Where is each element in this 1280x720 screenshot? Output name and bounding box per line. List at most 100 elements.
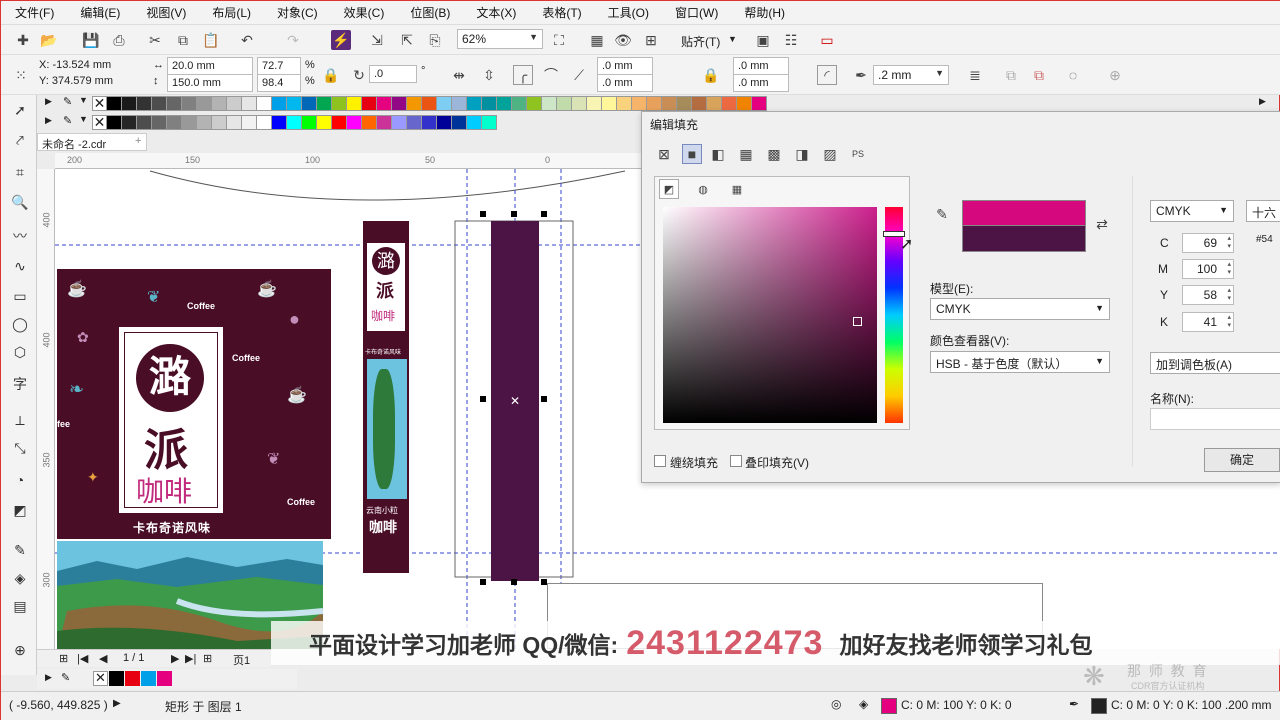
- palette-scroll-icon[interactable]: ▶: [45, 672, 52, 683]
- shape-tool-icon[interactable]: ⤤: [9, 129, 31, 151]
- palette-swatch[interactable]: [212, 96, 227, 111]
- palette-swatch[interactable]: [407, 115, 422, 130]
- first-page-icon[interactable]: |◀: [77, 652, 88, 665]
- ok-button[interactable]: 确定: [1204, 448, 1280, 472]
- palette-swatch[interactable]: [287, 96, 302, 111]
- lock-corners-icon[interactable]: 🔒: [701, 65, 721, 85]
- palette-swatch[interactable]: [617, 96, 632, 111]
- hex-select[interactable]: 十六进: [1246, 200, 1280, 222]
- palette-swatch[interactable]: [122, 96, 137, 111]
- palette-swatch[interactable]: [182, 96, 197, 111]
- doc-swatch-cyan[interactable]: [141, 671, 156, 686]
- menu-text[interactable]: 文本(X): [476, 4, 516, 21]
- menu-tools[interactable]: 工具(O): [608, 4, 649, 21]
- height-field[interactable]: 150.0 mm: [167, 74, 253, 92]
- fill-color-swatch[interactable]: [881, 698, 897, 714]
- lock-ratio-icon[interactable]: 🔒: [321, 65, 341, 85]
- eyedropper-icon[interactable]: ✎: [63, 114, 72, 127]
- palette-swatch[interactable]: [527, 96, 542, 111]
- add-icon[interactable]: ⊕: [1105, 65, 1125, 85]
- parallel-dimension-icon[interactable]: ⟂: [9, 409, 31, 431]
- palette-swatch[interactable]: [677, 96, 692, 111]
- palette-swatch[interactable]: [152, 96, 167, 111]
- ellipse-tool-icon[interactable]: ◯: [9, 313, 31, 335]
- palette-swatch[interactable]: [197, 96, 212, 111]
- add-tool-icon[interactable]: ⊕: [9, 639, 31, 661]
- palette-swatch[interactable]: [167, 96, 182, 111]
- palette-scroll-right-icon[interactable]: ▶: [1259, 96, 1266, 107]
- eyedropper-icon[interactable]: ✎: [932, 204, 952, 224]
- connector-tool-icon[interactable]: ⤡: [9, 437, 31, 459]
- to-front-icon[interactable]: ⧉: [1001, 65, 1021, 85]
- selection-handle[interactable]: [511, 579, 517, 585]
- text-tool-icon[interactable]: 字: [9, 373, 31, 395]
- application-launcher-icon[interactable]: ☷: [781, 30, 801, 50]
- selection-handle[interactable]: [480, 211, 486, 217]
- palette-swatch[interactable]: [257, 96, 272, 111]
- palette-swatch[interactable]: [407, 96, 422, 111]
- palette-swatch[interactable]: [512, 96, 527, 111]
- eyedropper-icon[interactable]: ✎: [63, 95, 72, 108]
- chamfered-corner-icon[interactable]: ⟋: [569, 65, 589, 85]
- grid-icon[interactable]: ⊞: [641, 30, 661, 50]
- viewer-select[interactable]: HSB - 基于色度（默认） ▼: [930, 351, 1110, 373]
- selection-handle[interactable]: [511, 211, 517, 217]
- y-position[interactable]: Y: 374.579 mm: [39, 75, 113, 87]
- bitmap-pattern-icon[interactable]: ▩: [764, 144, 784, 164]
- palette-swatch[interactable]: [632, 96, 647, 111]
- palette-swatch[interactable]: [332, 96, 347, 111]
- palette-scroll-icon[interactable]: ▶: [45, 96, 52, 107]
- palette-swatch[interactable]: [242, 115, 257, 130]
- palette-swatch[interactable]: [107, 115, 122, 130]
- palette-swatch[interactable]: [467, 115, 482, 130]
- palette-swatch[interactable]: [257, 115, 272, 130]
- doc-swatch-black[interactable]: [109, 671, 124, 686]
- palette-swatch[interactable]: [302, 115, 317, 130]
- menu-file[interactable]: 文件(F): [15, 4, 54, 21]
- menu-layout[interactable]: 布局(L): [212, 4, 251, 21]
- palette-swatch[interactable]: [602, 96, 617, 111]
- view-icon[interactable]: 👁: [613, 30, 633, 50]
- menu-window[interactable]: 窗口(W): [675, 4, 718, 21]
- selection-handle[interactable]: [541, 396, 547, 402]
- palette-swatch[interactable]: [317, 115, 332, 130]
- no-color-swatch[interactable]: ✕: [92, 96, 107, 111]
- freehand-tool-icon[interactable]: 〰: [9, 225, 31, 247]
- palette-swatch[interactable]: [287, 115, 302, 130]
- show-rulers-icon[interactable]: ▦: [587, 30, 607, 50]
- color-picker-cursor[interactable]: [853, 317, 862, 326]
- document-tab[interactable]: 未命名 -2.cdr: [37, 133, 147, 151]
- add-to-palette-button[interactable]: 加到调色板(A): [1150, 352, 1280, 374]
- menu-edit[interactable]: 编辑(E): [80, 4, 120, 21]
- palette-swatch[interactable]: [722, 96, 737, 111]
- zoom-level-combo[interactable]: 62% ▼: [457, 29, 543, 49]
- outline-width-combo[interactable]: .2 mm ▼: [873, 65, 949, 85]
- add-tab-icon[interactable]: +: [135, 135, 141, 147]
- color-palette-1[interactable]: [107, 96, 767, 111]
- new-document-icon[interactable]: ✚: [13, 30, 33, 50]
- texture-fill-icon[interactable]: ▨: [820, 144, 840, 164]
- palette-swatch[interactable]: [332, 115, 347, 130]
- outline-color-swatch[interactable]: [1091, 698, 1107, 714]
- to-back-icon[interactable]: ⧉: [1029, 65, 1049, 85]
- c-value-field[interactable]: 69: [1182, 233, 1234, 253]
- no-color-swatch[interactable]: ✕: [93, 671, 108, 686]
- corner-radius-1[interactable]: .0 mm: [597, 57, 653, 75]
- palette-swatch[interactable]: [422, 115, 437, 130]
- fountain-fill-icon[interactable]: ◧: [708, 144, 728, 164]
- eyedropper-tool-icon[interactable]: ✎: [9, 539, 31, 561]
- x-position[interactable]: X: -13.524 mm: [39, 59, 111, 71]
- palette-swatch[interactable]: [152, 115, 167, 130]
- search-content-icon[interactable]: ⚡: [331, 30, 351, 50]
- hex-value[interactable]: #54: [1256, 234, 1273, 245]
- doc-swatch-red[interactable]: [125, 671, 140, 686]
- convert-to-curves-icon[interactable]: ◌: [1063, 65, 1083, 85]
- next-page-icon[interactable]: ▶: [171, 652, 179, 665]
- blend-tool-icon[interactable]: ◔: [9, 469, 31, 491]
- palette-swatch[interactable]: [317, 96, 332, 111]
- palette-swatch[interactable]: [347, 96, 362, 111]
- package-side-panel[interactable]: 潞 派 咖啡 卡布奇诺风味 云南小粒 咖啡: [363, 221, 409, 573]
- relative-corner-icon[interactable]: ◜: [817, 65, 837, 85]
- palette-swatch[interactable]: [587, 96, 602, 111]
- palette-swatch[interactable]: [197, 115, 212, 130]
